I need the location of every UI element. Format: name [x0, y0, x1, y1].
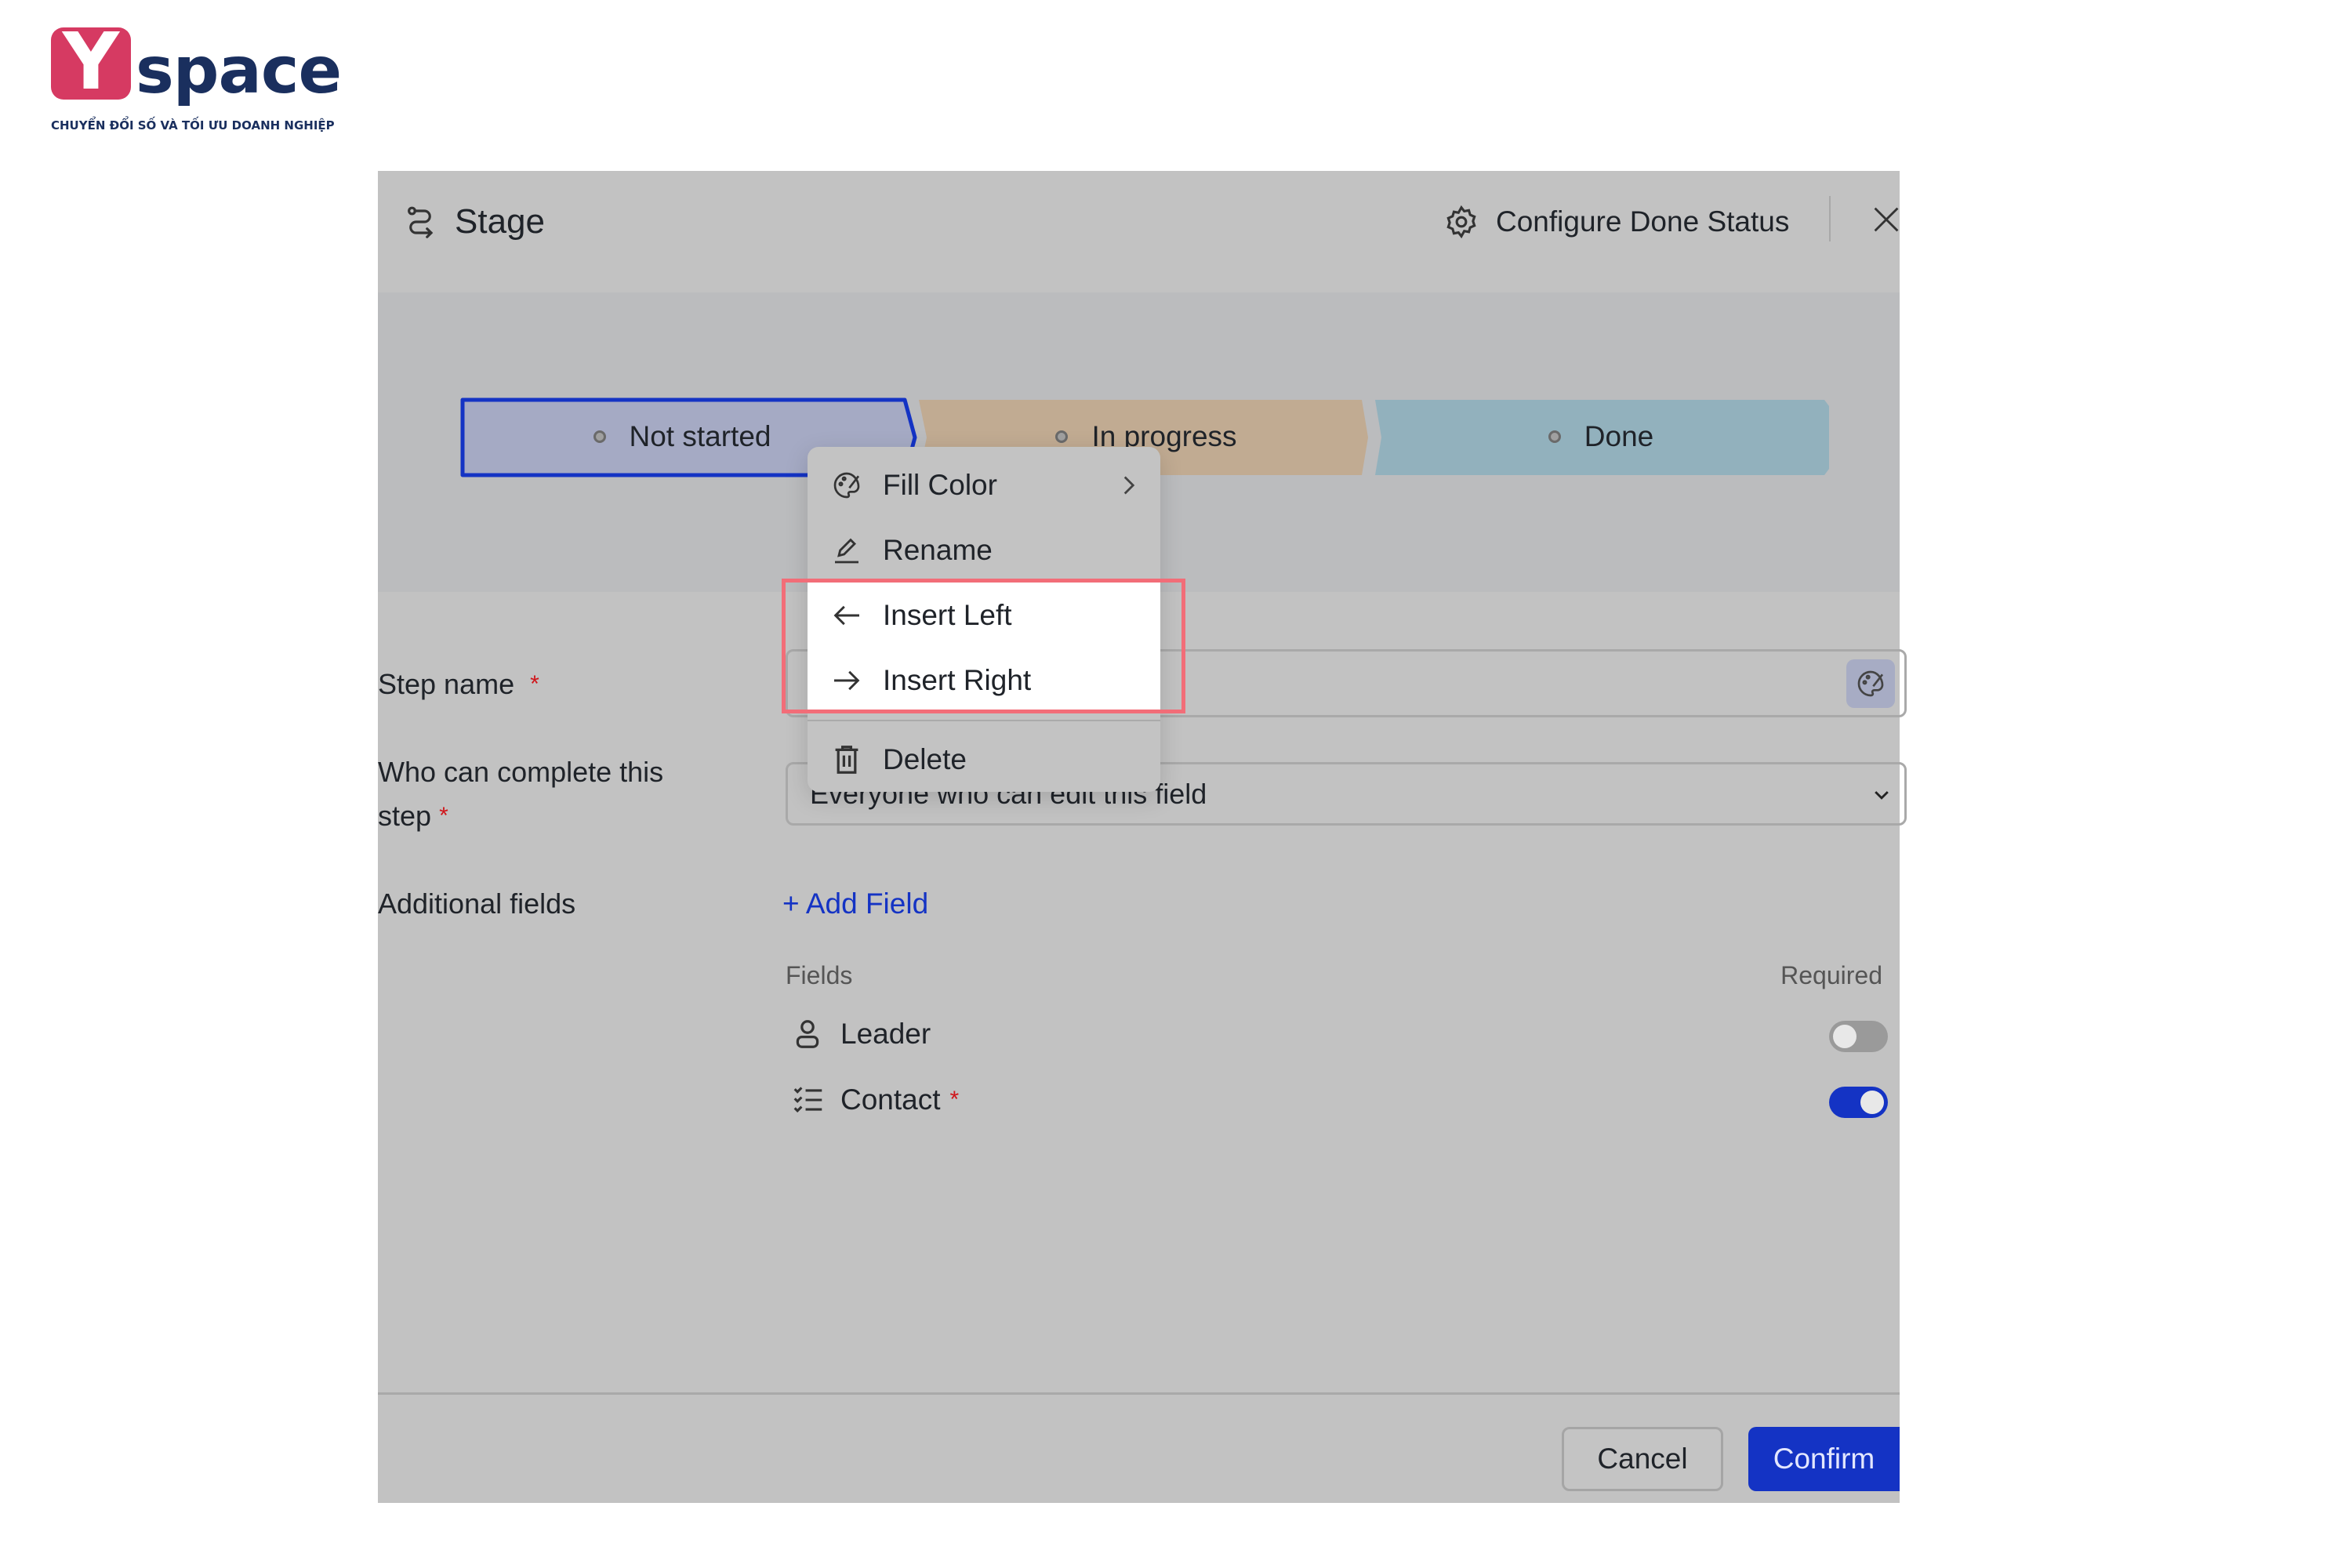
menu-label: Rename: [883, 533, 993, 566]
palette-icon: [1857, 670, 1884, 697]
menu-label: Fill Color: [883, 468, 997, 501]
fill-color-button[interactable]: [1846, 659, 1895, 708]
field-row-leader: Leader: [793, 1018, 931, 1051]
stage-label: Done: [1584, 420, 1654, 452]
logo-word: space: [136, 34, 342, 108]
field-label: Leader: [840, 1018, 931, 1050]
stage-dialog: Stage Configure Done Status Not started …: [378, 171, 1907, 1503]
fields-header: Fields: [786, 961, 853, 989]
checklist-icon: [793, 1087, 822, 1113]
stage-label: Not started: [629, 420, 771, 452]
required-mark: *: [530, 671, 539, 697]
chevron-right-icon: [1123, 476, 1135, 495]
menu-item-fill-color[interactable]: Fill Color: [808, 452, 1160, 517]
status-dot: [593, 430, 606, 443]
menu-divider: [808, 720, 1160, 721]
toggle-knob: [1860, 1091, 1884, 1114]
required-mark: *: [949, 1087, 960, 1112]
step-name-label: Step name *: [378, 662, 539, 707]
palette-icon: [833, 472, 860, 498]
status-dot: [1055, 430, 1069, 443]
who-label-line2: step *: [378, 793, 448, 839]
toggle-knob: [1833, 1025, 1857, 1048]
trash-icon: [835, 745, 858, 774]
status-dot: [1548, 430, 1561, 443]
logo-tagline: CHUYỂN ĐỔI SỐ VÀ TỐI ƯU DOANH NGHIỆP: [51, 118, 335, 132]
highlight-annotation-box: [782, 579, 1185, 713]
contact-required-toggle[interactable]: [1829, 1087, 1888, 1118]
label-text: step: [378, 800, 432, 832]
field-row-contact: Contact *: [793, 1083, 959, 1116]
logo-mark: Y: [51, 23, 131, 101]
footer-divider: [378, 1392, 1900, 1395]
yspace-logo: Y space CHUYỂN ĐỔI SỐ VÀ TỐI ƯU DOANH NG…: [51, 23, 342, 137]
pencil-icon: [835, 538, 858, 563]
leader-required-toggle[interactable]: [1829, 1021, 1888, 1052]
label-text: Step name: [378, 668, 515, 700]
additional-fields-label: Additional fields: [378, 887, 576, 920]
required-header: Required: [1780, 961, 1882, 989]
menu-item-delete[interactable]: Delete: [808, 727, 1160, 792]
menu-label: Delete: [883, 742, 967, 775]
menu-item-rename[interactable]: Rename: [808, 517, 1160, 583]
stage-done[interactable]: Done: [1381, 398, 1820, 475]
field-label: Contact: [840, 1083, 941, 1116]
add-field-button[interactable]: + Add Field: [782, 881, 928, 927]
cancel-button[interactable]: Cancel: [1562, 1427, 1723, 1491]
confirm-button[interactable]: Confirm: [1748, 1427, 1900, 1491]
chevron-down-icon: [1875, 791, 1889, 800]
person-icon: [796, 1020, 819, 1048]
who-label-line1: Who can complete this: [378, 756, 664, 788]
required-mark: *: [439, 803, 448, 829]
